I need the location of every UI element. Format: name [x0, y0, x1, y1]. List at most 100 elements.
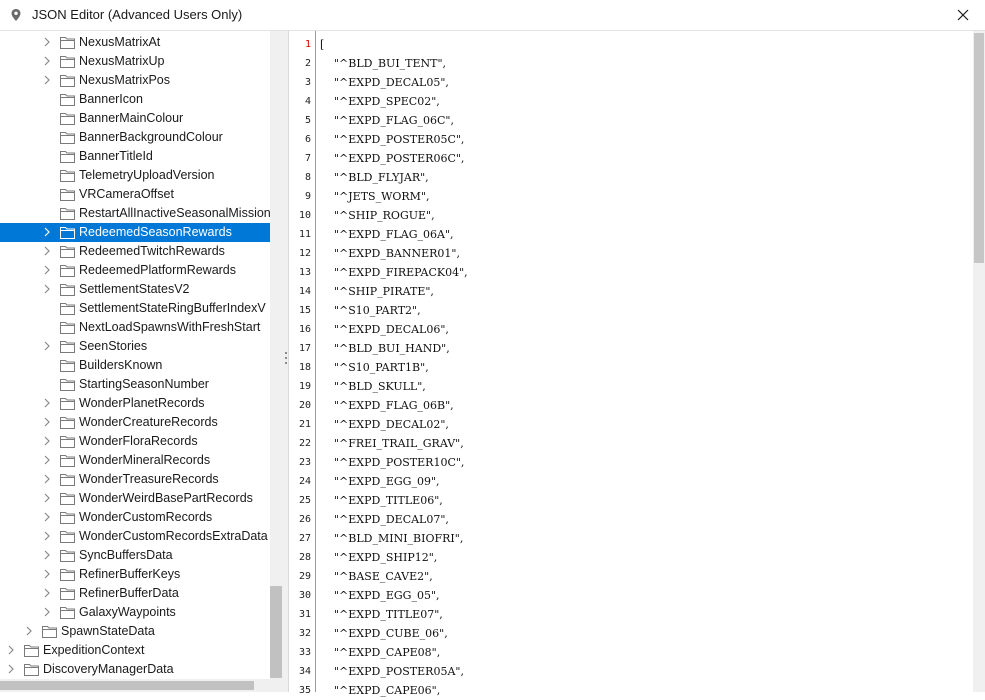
code-line[interactable]: "^S10_PART2", — [320, 301, 421, 320]
code-line[interactable]: "^EXPD_POSTER10C", — [320, 453, 464, 472]
code-line[interactable]: "^EXPD_POSTER05C", — [320, 130, 464, 149]
code-line[interactable]: "^EXPD_DECAL07", — [320, 510, 449, 529]
chevron-right-icon[interactable] — [43, 398, 51, 408]
tree-item[interactable]: BuildersKnown — [0, 356, 270, 375]
tree-item[interactable]: NexusMatrixUp — [0, 52, 270, 71]
tree-panel[interactable]: NexusMatrixAt NexusMatrixUp NexusMatrixPos… — [0, 31, 282, 692]
tree-item[interactable]: RefinerBufferData — [0, 584, 270, 603]
tree-item[interactable]: StartingSeasonNumber — [0, 375, 270, 394]
chevron-right-icon[interactable] — [7, 664, 15, 674]
chevron-right-icon[interactable] — [43, 56, 51, 66]
tree-item[interactable]: WonderCustomRecords — [0, 508, 270, 527]
tree-item[interactable]: WonderMineralRecords — [0, 451, 270, 470]
code-line[interactable]: "^EXPD_FIREPACK04", — [320, 263, 468, 282]
tree-item[interactable]: WonderFloraRecords — [0, 432, 270, 451]
code-line[interactable]: "^FREI_TRAIL_GRAV", — [320, 434, 464, 453]
tree-item[interactable]: RefinerBufferKeys — [0, 565, 270, 584]
tree-item[interactable]: RedeemedPlatformRewards — [0, 261, 270, 280]
tree-item[interactable]: SpawnStateData — [0, 622, 270, 641]
chevron-right-icon[interactable] — [43, 436, 51, 446]
tree-item[interactable]: RedeemedSeasonRewards — [0, 223, 270, 242]
chevron-right-icon[interactable] — [43, 455, 51, 465]
tree-item[interactable]: TelemetryUploadVersion — [0, 166, 270, 185]
code-line[interactable]: "^EXPD_SHIP12", — [320, 548, 437, 567]
code-line[interactable]: [ — [320, 35, 324, 54]
chevron-right-icon[interactable] — [43, 493, 51, 503]
code-line[interactable]: "^EXPD_DECAL06", — [320, 320, 449, 339]
tree-item[interactable]: SyncBuffersData — [0, 546, 270, 565]
code-line[interactable]: "^BLD_FLYJAR", — [320, 168, 429, 187]
code-line[interactable]: "^EXPD_TITLE06", — [320, 491, 443, 510]
tree-item[interactable]: WonderCreatureRecords — [0, 413, 270, 432]
chevron-right-icon[interactable] — [25, 626, 33, 636]
tree-item[interactable]: BannerMainColour — [0, 109, 270, 128]
chevron-right-icon[interactable] — [43, 227, 51, 237]
code-line[interactable]: "^EXPD_FLAG_06C", — [320, 111, 454, 130]
tree-item[interactable]: SeenStories — [0, 337, 270, 356]
code-line[interactable]: "^S10_PART1B", — [320, 358, 429, 377]
code-line[interactable]: "^JETS_WORM", — [320, 187, 430, 206]
tree-item[interactable]: WonderWeirdBasePartRecords — [0, 489, 270, 508]
code-line[interactable]: "^EXPD_POSTER05A", — [320, 662, 464, 681]
chevron-right-icon[interactable] — [43, 284, 51, 294]
chevron-right-icon[interactable] — [43, 550, 51, 560]
tree-item[interactable]: NexusMatrixPos — [0, 71, 270, 90]
tree-item[interactable]: VRCameraOffset — [0, 185, 270, 204]
tree-item[interactable]: WonderTreasureRecords — [0, 470, 270, 489]
chevron-right-icon[interactable] — [43, 246, 51, 256]
tree-vertical-scrollbar[interactable] — [270, 31, 282, 679]
code-line[interactable]: "^EXPD_TITLE07", — [320, 605, 443, 624]
code-line[interactable]: "^BASE_CAVE2", — [320, 567, 433, 586]
tree-item[interactable]: BannerTitleId — [0, 147, 270, 166]
tree-item[interactable]: WonderCustomRecordsExtraData — [0, 527, 270, 546]
code-line[interactable]: "^EXPD_BANNER01", — [320, 244, 460, 263]
chevron-right-icon[interactable] — [43, 588, 51, 598]
chevron-right-icon[interactable] — [43, 37, 51, 47]
tree-item[interactable]: SettlementStatesV2 — [0, 280, 270, 299]
tree-item[interactable]: RestartAllInactiveSeasonalMission — [0, 204, 271, 223]
code-line[interactable]: "^EXPD_EGG_05", — [320, 586, 440, 605]
tree-item[interactable]: WonderPlanetRecords — [0, 394, 270, 413]
tree-vertical-scrollbar-thumb[interactable] — [270, 586, 282, 678]
tree-item[interactable]: BannerIcon — [0, 90, 270, 109]
chevron-right-icon[interactable] — [43, 531, 51, 541]
code-line[interactable]: "^EXPD_CAPE08", — [320, 643, 440, 662]
code-line[interactable]: "^EXPD_CAPE06", — [320, 681, 440, 700]
code-line[interactable]: "^EXPD_FLAG_06A", — [320, 225, 454, 244]
tree-item[interactable]: ExpeditionContext — [0, 641, 270, 660]
code-line[interactable]: "^BLD_SKULL", — [320, 377, 426, 396]
editor-vertical-scrollbar-thumb[interactable] — [974, 33, 984, 263]
close-button[interactable] — [947, 3, 979, 27]
tree-item[interactable]: RedeemedTwitchRewards — [0, 242, 270, 261]
tree-horizontal-scrollbar-thumb[interactable] — [0, 681, 254, 690]
code-line[interactable]: "^SHIP_ROGUE", — [320, 206, 435, 225]
chevron-right-icon[interactable] — [43, 474, 51, 484]
code-line[interactable]: "^EXPD_EGG_09", — [320, 472, 440, 491]
chevron-right-icon[interactable] — [43, 607, 51, 617]
code-line[interactable]: "^BLD_BUI_TENT", — [320, 54, 446, 73]
chevron-right-icon[interactable] — [43, 265, 51, 275]
chevron-right-icon[interactable] — [43, 341, 51, 351]
code-line[interactable]: "^SHIP_PIRATE", — [320, 282, 434, 301]
code-line[interactable]: "^EXPD_DECAL02", — [320, 415, 449, 434]
chevron-right-icon[interactable] — [43, 512, 51, 522]
chevron-right-icon[interactable] — [43, 75, 51, 85]
tree-item[interactable]: NextLoadSpawnsWithFreshStart — [0, 318, 270, 337]
tree-item[interactable]: DiscoveryManagerData — [0, 660, 270, 679]
line-number: 5 — [304, 115, 311, 126]
tree-item[interactable]: NexusMatrixAt — [0, 33, 270, 52]
tree-item[interactable]: SettlementStateRingBufferIndexV — [0, 299, 270, 318]
code-line[interactable]: "^EXPD_FLAG_06B", — [320, 396, 454, 415]
code-line[interactable]: "^BLD_MINI_BIOFRI", — [320, 529, 463, 548]
code-line[interactable]: "^EXPD_SPEC02", — [320, 92, 440, 111]
code-line[interactable]: "^EXPD_CUBE_06", — [320, 624, 448, 643]
code-line[interactable]: "^BLD_BUI_HAND", — [320, 339, 450, 358]
code-line[interactable]: "^EXPD_DECAL05", — [320, 73, 449, 92]
tree-item[interactable]: GalaxyWaypoints — [0, 603, 270, 622]
line-number: 19 — [298, 381, 311, 392]
chevron-right-icon[interactable] — [43, 569, 51, 579]
code-line[interactable]: "^EXPD_POSTER06C", — [320, 149, 464, 168]
chevron-right-icon[interactable] — [7, 645, 15, 655]
tree-item[interactable]: BannerBackgroundColour — [0, 128, 270, 147]
chevron-right-icon[interactable] — [43, 417, 51, 427]
